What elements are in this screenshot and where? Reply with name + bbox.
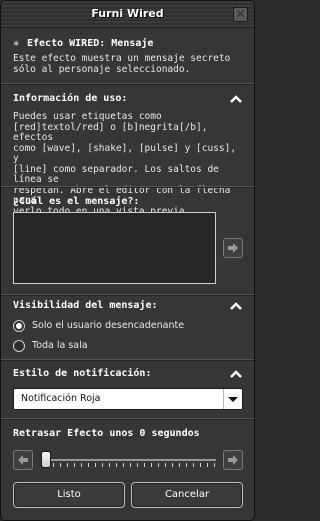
effect-description: Este efecto muestra un mensaje secreto s… bbox=[13, 53, 243, 75]
slider-tick bbox=[165, 463, 166, 467]
divider bbox=[1, 418, 254, 419]
slider-tick bbox=[123, 463, 124, 467]
ok-button[interactable]: Listo bbox=[13, 482, 125, 508]
effect-description-line: Este efecto muestra un mensaje secreto bbox=[13, 53, 231, 64]
visibility-heading: Visibilidad del mensaje: bbox=[13, 300, 158, 311]
chevron-down-icon bbox=[228, 397, 238, 402]
slider-tick bbox=[158, 463, 159, 467]
visibility-radio-whole-room[interactable] bbox=[13, 340, 25, 352]
slider-tick bbox=[144, 463, 145, 467]
cancel-button[interactable]: Cancelar bbox=[131, 482, 243, 508]
usage-line: [line] como separador. Los saltos de lín… bbox=[13, 163, 219, 185]
slider-tick bbox=[88, 463, 89, 467]
arrow-right-icon bbox=[228, 455, 238, 465]
window-title: Furni Wired bbox=[91, 7, 164, 20]
slider-tick bbox=[95, 463, 96, 467]
slider-tick bbox=[207, 463, 208, 467]
slider-tick bbox=[74, 463, 75, 467]
close-icon: ✕ bbox=[235, 7, 246, 21]
divider bbox=[1, 359, 254, 360]
close-button[interactable]: ✕ bbox=[233, 7, 248, 22]
wired-window: Furni Wired ✕ ✳ Efecto WIRED: Mensaje Es… bbox=[0, 0, 255, 521]
chevron-up-icon[interactable] bbox=[229, 94, 243, 104]
effect-title: Efecto WIRED: Mensaje bbox=[27, 38, 154, 49]
slider-tick bbox=[200, 463, 201, 467]
visibility-option-label[interactable]: Toda la sala bbox=[32, 340, 88, 351]
gear-icon: ✳ bbox=[13, 38, 20, 49]
slider-tick bbox=[81, 463, 82, 467]
chevron-up-icon[interactable] bbox=[229, 369, 243, 379]
slider-tick bbox=[214, 463, 215, 467]
usage-line: como [wave], [shake], [pulse] y [cuss], … bbox=[13, 142, 237, 164]
slider-tick bbox=[67, 463, 68, 467]
slider-tick bbox=[172, 463, 173, 467]
arrow-left-icon bbox=[18, 455, 28, 465]
delay-increase-button[interactable] bbox=[223, 450, 243, 470]
notification-style-select[interactable]: Notificación Roja bbox=[13, 388, 243, 410]
slider-tick bbox=[193, 463, 194, 467]
dropdown-toggle[interactable] bbox=[223, 389, 242, 409]
open-editor-button[interactable] bbox=[223, 238, 243, 258]
delay-slider-track[interactable] bbox=[41, 459, 216, 461]
usage-line: Puedes usar etiquetas como bbox=[13, 111, 162, 122]
visibility-radio-trigger-user[interactable] bbox=[13, 320, 25, 332]
slider-tick bbox=[130, 463, 131, 467]
slider-tick bbox=[109, 463, 110, 467]
arrow-right-icon bbox=[228, 243, 238, 253]
usage-line: [red]textol/red] o [b]negrita[/b], efect… bbox=[13, 121, 208, 143]
delay-heading: Retrasar Efecto unos 0 segundos bbox=[13, 428, 200, 439]
message-heading: ¿Cuál es el mensaje?: bbox=[13, 196, 140, 207]
slider-tick bbox=[60, 463, 61, 467]
divider bbox=[1, 186, 254, 187]
slider-tick bbox=[116, 463, 117, 467]
slider-tick bbox=[137, 463, 138, 467]
message-input[interactable] bbox=[13, 212, 216, 284]
visibility-option-label[interactable]: Solo el usuario desencadenante bbox=[32, 320, 184, 331]
slider-tick bbox=[102, 463, 103, 467]
divider bbox=[1, 294, 254, 295]
divider bbox=[1, 83, 254, 84]
notification-heading: Estilo de notificación: bbox=[13, 368, 152, 379]
usage-info-heading: Información de uso: bbox=[13, 93, 128, 104]
slider-tick bbox=[179, 463, 180, 467]
title-bar[interactable]: Furni Wired ✕ bbox=[1, 1, 254, 28]
slider-tick bbox=[186, 463, 187, 467]
delay-slider-thumb[interactable] bbox=[41, 451, 51, 468]
slider-tick bbox=[53, 463, 54, 467]
slider-tick bbox=[151, 463, 152, 467]
chevron-up-icon[interactable] bbox=[229, 301, 243, 311]
notification-style-value: Notificación Roja bbox=[21, 393, 101, 404]
effect-description-line: sólo al personaje seleccionado. bbox=[13, 63, 191, 75]
delay-decrease-button[interactable] bbox=[13, 450, 33, 470]
